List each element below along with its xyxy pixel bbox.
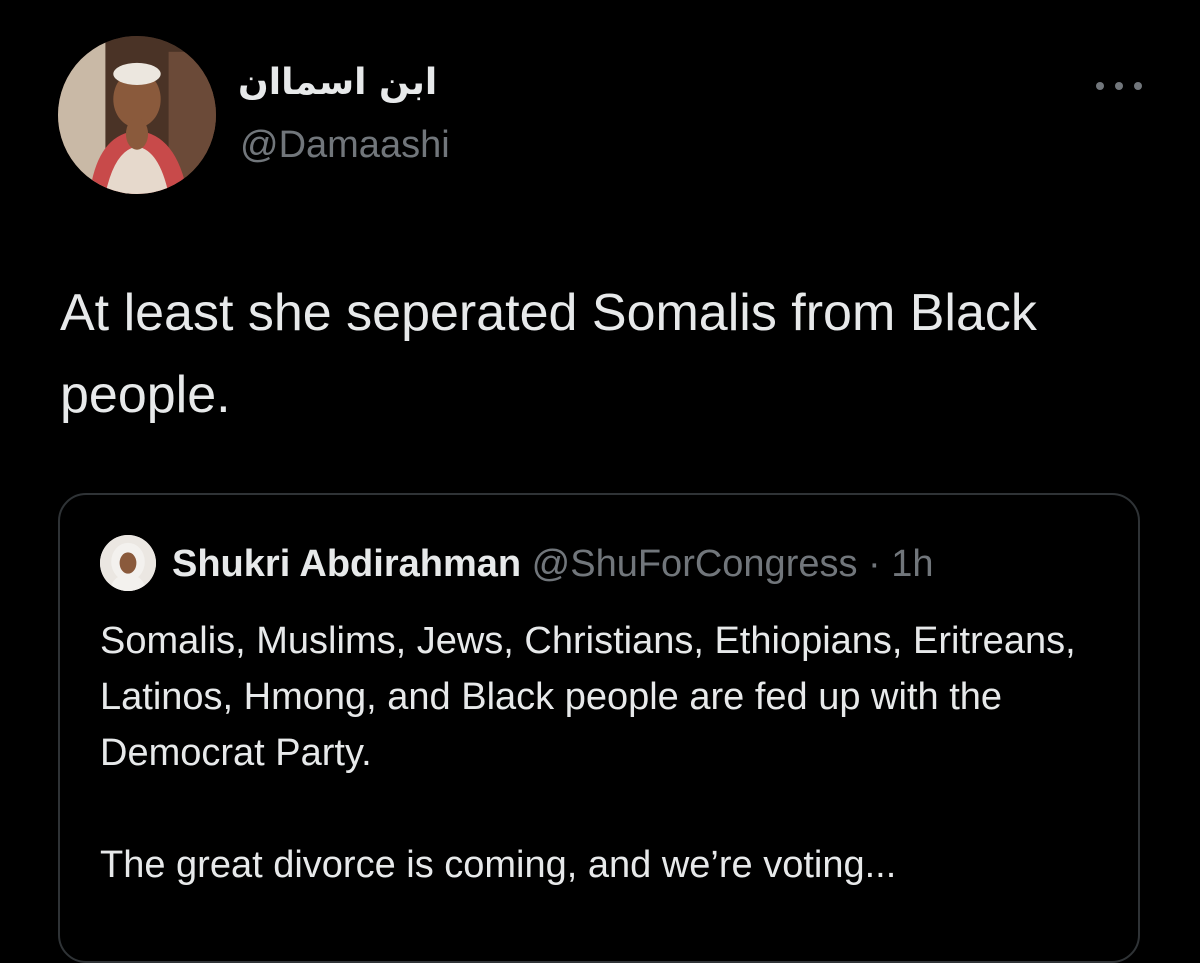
quoted-author-avatar[interactable] — [100, 535, 156, 591]
ellipsis-icon — [1096, 82, 1104, 90]
quoted-tweet-header: Shukri Abdirahman @ShuForCongress · 1h — [172, 541, 934, 587]
author-avatar[interactable] — [58, 36, 216, 194]
ellipsis-icon — [1115, 82, 1123, 90]
quoted-tweet[interactable]: Shukri Abdirahman @ShuForCongress · 1h S… — [58, 493, 1140, 963]
quoted-author-name[interactable]: Shukri Abdirahman — [172, 543, 521, 585]
ellipsis-icon — [1134, 82, 1142, 90]
author-display-name[interactable]: ابن اسماان — [238, 62, 437, 103]
quoted-tweet-text: Somalis, Muslims, Jews, Christians, Ethi… — [100, 613, 1120, 893]
quoted-tweet-timestamp[interactable]: 1h — [891, 543, 933, 585]
separator-dot: · — [868, 543, 881, 585]
profile-photo-icon — [58, 36, 216, 194]
quoted-author-handle[interactable]: @ShuForCongress — [532, 543, 858, 585]
quoted-tweet-paragraph: The great divorce is coming, and we’re v… — [100, 844, 897, 886]
quoted-tweet-paragraph: Somalis, Muslims, Jews, Christians, Ethi… — [100, 620, 1076, 774]
tweet: ابن اسماان @Damaashi At least she sepera… — [0, 0, 1200, 963]
profile-photo-icon — [100, 535, 156, 591]
more-options-button[interactable] — [1096, 74, 1142, 98]
author-handle[interactable]: @Damaashi — [240, 124, 450, 167]
tweet-text: At least she seperated Somalis from Blac… — [60, 284, 1037, 424]
